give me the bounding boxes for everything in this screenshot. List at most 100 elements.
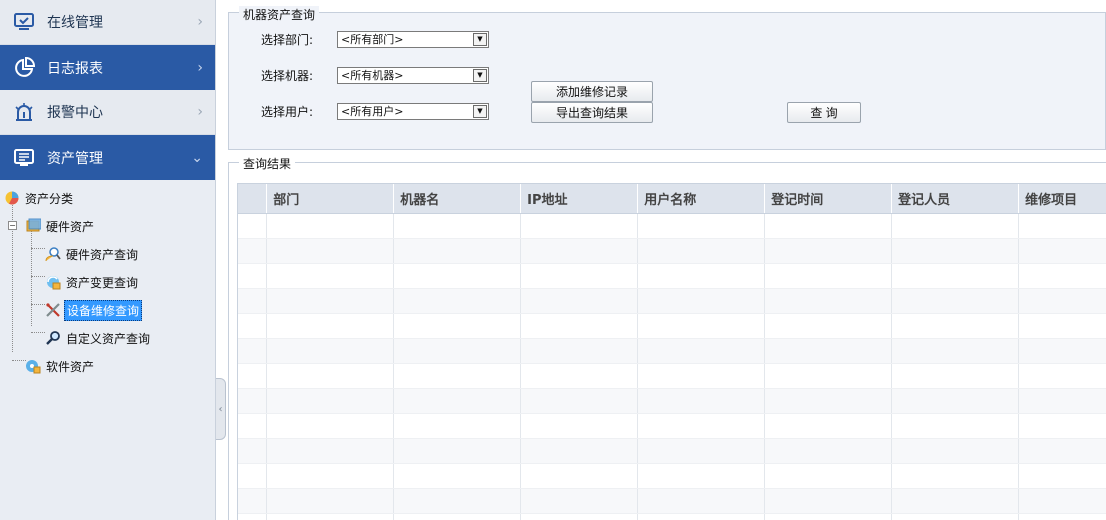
tree-node-hardware[interactable]: − 硬件资产 — [0, 212, 215, 240]
table-cell — [521, 239, 639, 263]
asset-change-icon — [45, 274, 61, 290]
query-button[interactable]: 查 询 — [787, 102, 861, 123]
collapse-minus-icon[interactable]: − — [8, 221, 17, 230]
table-cell — [1019, 389, 1106, 413]
table-cell — [267, 339, 395, 363]
results-grid: 部门 机器名 IP地址 用户名称 登记时间 登记人员 维修项目 — [237, 183, 1106, 520]
tools-repair-icon — [45, 302, 61, 318]
table-cell — [394, 364, 522, 388]
column-header[interactable]: 部门 — [267, 184, 395, 213]
column-header[interactable]: 机器名 — [394, 184, 522, 213]
sidebar-collapse-handle[interactable]: ‹ — [216, 378, 226, 440]
chevron-right-icon: › — [197, 104, 203, 120]
dropdown-arrow-icon[interactable]: ▼ — [473, 33, 487, 46]
table-cell — [521, 489, 639, 513]
column-header[interactable]: IP地址 — [521, 184, 639, 213]
table-cell — [892, 214, 1020, 238]
table-cell — [638, 439, 766, 463]
table-cell — [765, 364, 893, 388]
table-cell — [238, 464, 268, 488]
column-header[interactable]: 登记人员 — [892, 184, 1020, 213]
tree-root[interactable]: 资产分类 — [0, 184, 215, 212]
table-cell — [267, 289, 395, 313]
table-cell — [521, 314, 639, 338]
department-select[interactable]: <所有部门> ▼ — [337, 31, 489, 48]
table-row — [238, 439, 1106, 464]
table-cell — [638, 414, 766, 438]
table-cell — [765, 314, 893, 338]
table-cell — [238, 439, 268, 463]
tree-label: 硬件资产 — [46, 219, 95, 234]
table-cell — [765, 339, 893, 363]
add-repair-record-button[interactable]: 添加维修记录 — [531, 81, 653, 102]
table-cell — [238, 239, 268, 263]
table-cell — [765, 289, 893, 313]
tree-item-asset-change-query[interactable]: 资产变更查询 — [0, 268, 215, 296]
table-cell — [638, 289, 766, 313]
table-cell — [521, 214, 639, 238]
table-cell — [1019, 214, 1106, 238]
tree-label: 自定义资产查询 — [66, 331, 151, 346]
table-cell — [638, 264, 766, 288]
table-cell — [521, 414, 639, 438]
nav-online-management[interactable]: 在线管理 › — [0, 0, 215, 45]
table-cell — [267, 489, 395, 513]
user-select[interactable]: <所有用户> ▼ — [337, 103, 489, 120]
main-content: 机器资产查询 选择部门: <所有部门> ▼ 选择机器: <所有机器> ▼ 选择用… — [226, 0, 1106, 520]
table-cell — [892, 489, 1020, 513]
table-cell — [892, 514, 1020, 520]
table-cell — [238, 264, 268, 288]
tree-item-repair-query[interactable]: 设备维修查询 — [0, 296, 215, 324]
tree-item-hardware-query[interactable]: 硬件资产查询 — [0, 240, 215, 268]
table-cell — [521, 389, 639, 413]
dropdown-arrow-icon[interactable]: ▼ — [473, 69, 487, 82]
chevron-down-icon: ⌄ — [191, 149, 203, 166]
nav-asset-management[interactable]: 资产管理 ⌄ — [0, 135, 215, 180]
table-cell — [1019, 264, 1106, 288]
nav-log-reports[interactable]: 日志报表 › — [0, 45, 215, 90]
table-cell — [638, 489, 766, 513]
table-row — [238, 489, 1106, 514]
table-cell — [521, 439, 639, 463]
column-header[interactable]: 用户名称 — [638, 184, 766, 213]
table-cell — [394, 239, 522, 263]
table-cell — [765, 439, 893, 463]
table-row — [238, 214, 1106, 239]
table-cell — [521, 464, 639, 488]
table-cell — [394, 489, 522, 513]
table-cell — [638, 214, 766, 238]
chevron-left-icon: ‹ — [218, 403, 223, 415]
tree-item-custom-asset-query[interactable]: 自定义资产查询 — [0, 324, 215, 352]
dropdown-arrow-icon[interactable]: ▼ — [473, 105, 487, 118]
software-disc-icon — [25, 358, 41, 374]
alarm-siren-icon — [12, 100, 36, 124]
table-cell — [394, 289, 522, 313]
export-results-button[interactable]: 导出查询结果 — [531, 102, 653, 123]
table-row — [238, 239, 1106, 264]
table-cell — [892, 314, 1020, 338]
row-selector-header — [238, 184, 268, 213]
table-cell — [1019, 289, 1106, 313]
table-cell — [765, 264, 893, 288]
table-cell — [521, 364, 639, 388]
column-header[interactable]: 维修项目 — [1019, 184, 1106, 213]
machine-select[interactable]: <所有机器> ▼ — [337, 67, 489, 84]
table-cell — [892, 464, 1020, 488]
nav-alarm-center[interactable]: 报警中心 › — [0, 90, 215, 135]
table-cell — [765, 389, 893, 413]
tree-node-software[interactable]: 软件资产 — [0, 352, 215, 380]
table-cell — [521, 339, 639, 363]
category-pie-icon — [4, 190, 20, 206]
table-cell — [1019, 414, 1106, 438]
column-header[interactable]: 登记时间 — [765, 184, 893, 213]
table-cell — [238, 289, 268, 313]
table-cell — [267, 514, 395, 520]
table-cell — [1019, 339, 1106, 363]
table-cell — [238, 414, 268, 438]
table-cell — [892, 364, 1020, 388]
table-row — [238, 314, 1106, 339]
machine-label: 选择机器: — [261, 69, 314, 83]
asset-category-tree: 资产分类 − 硬件资产 硬件资产查询 资产变更查询 设备维修查询 自定义资产查询… — [0, 180, 215, 380]
table-cell — [238, 389, 268, 413]
department-row: 选择部门: <所有部门> ▼ — [261, 31, 489, 48]
